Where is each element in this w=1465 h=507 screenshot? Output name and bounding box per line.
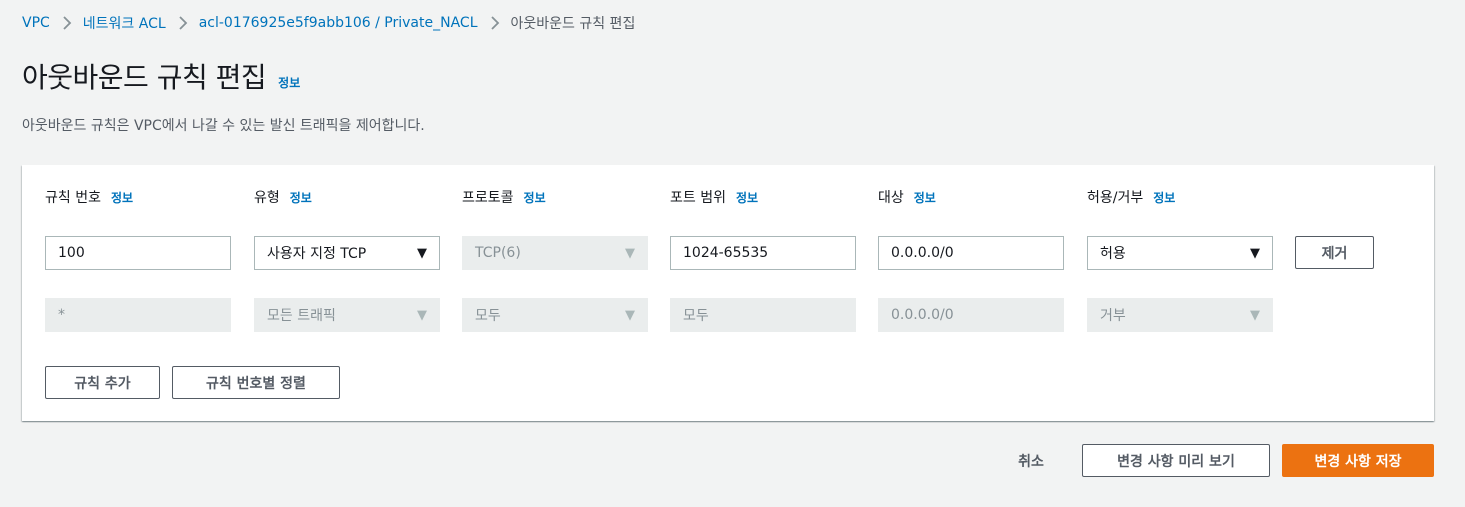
protocol-select: TCP(6) ▼ (462, 236, 648, 270)
caret-down-icon: ▼ (1250, 307, 1260, 323)
breadcrumb-acl-id[interactable]: acl-0176925e5f9abb106 / Private_NACL (199, 15, 478, 31)
header-label: 프로토콜 (462, 190, 514, 206)
allow-deny-select[interactable]: 허용 ▼ (1087, 236, 1273, 270)
header-port-range: 포트 범위 정보 (670, 187, 758, 207)
cancel-button[interactable]: 취소 (1010, 444, 1052, 477)
header-label: 대상 (878, 190, 904, 206)
default-type-select: 모든 트래픽 ▼ (254, 298, 440, 332)
caret-down-icon: ▼ (417, 307, 427, 323)
caret-down-icon: ▼ (1250, 245, 1260, 261)
breadcrumb-vpc[interactable]: VPC (22, 15, 50, 31)
rule-number-input[interactable]: 100 (45, 236, 231, 270)
default-port-range: 모두 (670, 298, 856, 332)
header-protocol: 프로토콜 정보 (462, 187, 546, 207)
title-info-link[interactable]: 정보 (278, 74, 300, 91)
chevron-right-icon (62, 16, 72, 30)
rules-panel: 규칙 번호 정보 유형 정보 프로토콜 정보 포트 범위 정보 대상 정보 허용… (22, 165, 1434, 421)
header-label: 허용/거부 (1087, 190, 1144, 206)
type-select[interactable]: 사용자 지정 TCP ▼ (254, 236, 440, 270)
breadcrumb-network-acl[interactable]: 네트워크 ACL (83, 13, 166, 33)
sort-by-rule-number-button[interactable]: 규칙 번호별 정렬 (172, 366, 340, 399)
destination-input[interactable]: 0.0.0.0/0 (878, 236, 1064, 270)
save-changes-button[interactable]: 변경 사항 저장 (1282, 444, 1434, 477)
default-allow-deny-value: 거부 (1100, 308, 1126, 324)
chevron-right-icon (178, 16, 188, 30)
header-allow-deny: 허용/거부 정보 (1087, 187, 1175, 207)
header-info-link[interactable]: 정보 (914, 189, 936, 206)
allow-deny-select-value: 허용 (1100, 246, 1126, 262)
breadcrumb-current: 아웃바운드 규칙 편집 (510, 16, 636, 32)
port-range-input[interactable]: 1024-65535 (670, 236, 856, 270)
header-info-link[interactable]: 정보 (290, 189, 312, 206)
add-rule-button[interactable]: 규칙 추가 (45, 366, 160, 399)
header-info-link[interactable]: 정보 (524, 189, 546, 206)
remove-rule-button[interactable]: 제거 (1295, 236, 1374, 269)
protocol-select-value: TCP(6) (475, 245, 521, 261)
header-type: 유형 정보 (254, 187, 312, 207)
default-protocol-value: 모두 (475, 308, 501, 324)
default-type-value: 모든 트래픽 (267, 308, 336, 324)
page-description: 아웃바운드 규칙은 VPC에서 나갈 수 있는 발신 트래픽을 제어합니다. (22, 118, 425, 134)
caret-down-icon: ▼ (625, 245, 635, 261)
header-rule-number: 규칙 번호 정보 (45, 187, 133, 207)
header-label: 포트 범위 (670, 190, 726, 206)
default-protocol-select: 모두 ▼ (462, 298, 648, 332)
page-title: 아웃바운드 규칙 편집 (22, 61, 267, 94)
breadcrumb: VPC 네트워크 ACL acl-0176925e5f9abb106 / Pri… (22, 12, 635, 34)
header-info-link[interactable]: 정보 (1153, 189, 1175, 206)
header-label: 유형 (254, 190, 280, 206)
default-allow-deny-select: 거부 ▼ (1087, 298, 1273, 332)
default-destination: 0.0.0.0/0 (878, 298, 1064, 332)
header-info-link[interactable]: 정보 (111, 189, 133, 206)
default-rule-number: * (45, 298, 231, 332)
caret-down-icon: ▼ (625, 307, 635, 323)
type-select-value: 사용자 지정 TCP (267, 246, 367, 262)
page-header: 아웃바운드 규칙 편집 정보 (22, 56, 300, 96)
header-info-link[interactable]: 정보 (736, 189, 758, 206)
header-label: 규칙 번호 (45, 190, 101, 206)
chevron-right-icon (490, 16, 500, 30)
header-destination: 대상 정보 (878, 187, 936, 207)
caret-down-icon: ▼ (417, 245, 427, 261)
preview-changes-button[interactable]: 변경 사항 미리 보기 (1082, 444, 1270, 477)
